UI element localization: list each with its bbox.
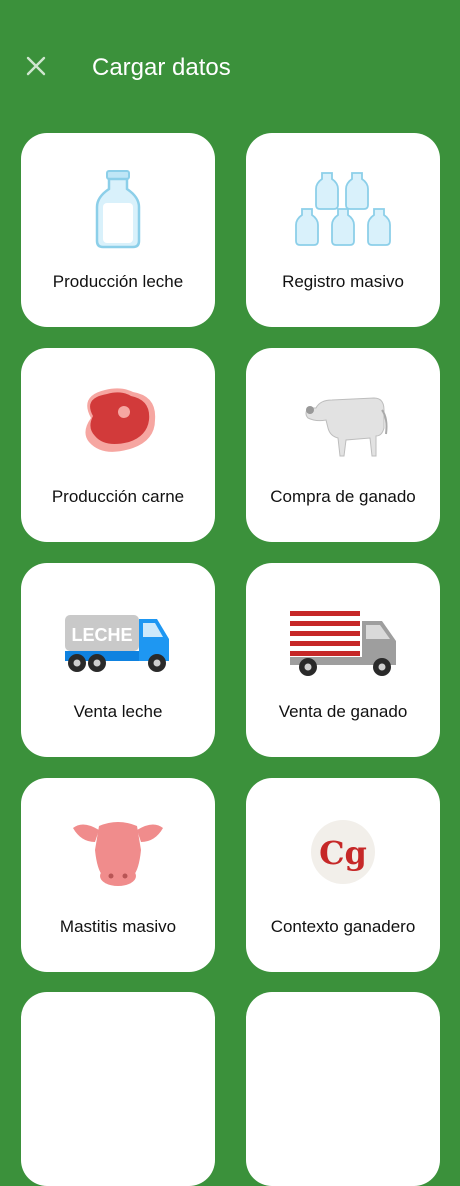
card-mastitis-masivo[interactable]: Mastitis masivo bbox=[21, 778, 215, 972]
card-label: Venta de ganado bbox=[278, 702, 408, 721]
meat-steak-icon bbox=[85, 388, 156, 452]
card-compra-ganado[interactable]: Compra de ganado bbox=[246, 348, 440, 542]
card-partial[interactable] bbox=[246, 992, 440, 1186]
card-label: Contexto ganadero bbox=[270, 917, 416, 936]
card-venta-leche[interactable]: LECHE Venta leche bbox=[21, 563, 215, 757]
cg-logo-icon: Cg bbox=[311, 820, 375, 884]
card-partial[interactable] bbox=[21, 992, 215, 1186]
cattle-truck-icon bbox=[290, 611, 396, 676]
close-button[interactable] bbox=[22, 52, 50, 80]
card-label: Venta leche bbox=[73, 702, 163, 721]
card-produccion-carne[interactable]: Producción carne bbox=[21, 348, 215, 542]
card-label: Mastitis masivo bbox=[59, 917, 177, 936]
milk-truck-icon: LECHE bbox=[65, 615, 169, 672]
milk-bottles-icon bbox=[295, 172, 391, 246]
card-venta-ganado[interactable]: Venta de ganado bbox=[246, 563, 440, 757]
card-label: Producción carne bbox=[51, 487, 185, 506]
card-label: Compra de ganado bbox=[270, 487, 416, 506]
header: Cargar datos bbox=[0, 0, 460, 130]
cow-head-icon bbox=[73, 822, 163, 886]
close-icon bbox=[26, 56, 46, 76]
cg-logo-text: Cg bbox=[319, 834, 367, 872]
page-title: Cargar datos bbox=[92, 54, 231, 81]
card-registro-masivo[interactable]: Registro masivo bbox=[246, 133, 440, 327]
truck-text: LECHE bbox=[71, 625, 132, 645]
card-label: Producción leche bbox=[52, 272, 184, 291]
card-label: Registro masivo bbox=[282, 272, 404, 291]
card-produccion-leche[interactable]: Producción leche bbox=[21, 133, 215, 327]
card-contexto-ganadero[interactable]: Cg Contexto ganadero bbox=[246, 778, 440, 972]
milk-bottle-icon bbox=[95, 170, 141, 249]
cow-icon bbox=[305, 397, 388, 457]
